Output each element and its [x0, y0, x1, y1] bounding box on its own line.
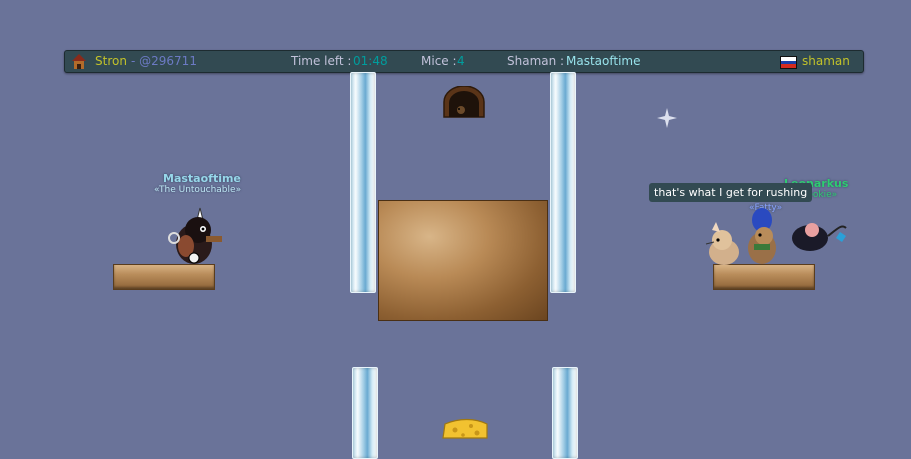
mice-label: Mice :: [421, 54, 457, 68]
mouse-avatar-tan[interactable]: [704, 222, 744, 266]
player-tag: - @296711: [131, 54, 197, 68]
wooden-plank-right: [713, 264, 815, 290]
ice-wall-right-top: [550, 72, 576, 293]
language-label[interactable]: shaman: [802, 54, 850, 68]
mouse-avatar-dark[interactable]: [790, 218, 850, 254]
hud-bar: Stron - @296711 Time left : 01:48 Mice :…: [64, 50, 864, 73]
tribe-house-icon[interactable]: [71, 53, 87, 70]
ice-wall-left-top: [350, 72, 376, 293]
mice-count: 4: [457, 54, 465, 68]
wooden-plank-left: [113, 264, 215, 290]
shaman-player-title: «The Untouchable»: [154, 185, 242, 195]
player-name[interactable]: Stron: [95, 54, 127, 68]
time-left-value: 01:48: [353, 54, 388, 68]
shaman-mouse-avatar[interactable]: [166, 202, 226, 266]
time-left-label: Time left :: [291, 54, 352, 68]
sparkle-icon: [657, 108, 677, 128]
shaman-name[interactable]: Mastaoftime: [566, 54, 640, 68]
wooden-crate: [378, 200, 548, 321]
shaman-label: Shaman :: [507, 54, 565, 68]
shaman-player-name: Mastaoftime: [163, 172, 241, 185]
cheese-icon: [442, 418, 488, 439]
ice-wall-right-bottom: [552, 367, 578, 459]
chat-bubble: that's what I get for rushing: [649, 183, 813, 202]
mouse-hole-icon: [443, 86, 485, 118]
ice-wall-left-bottom: [352, 367, 378, 459]
mouse-avatar-blue-hair[interactable]: [744, 204, 780, 266]
russia-flag-icon[interactable]: [780, 56, 797, 69]
